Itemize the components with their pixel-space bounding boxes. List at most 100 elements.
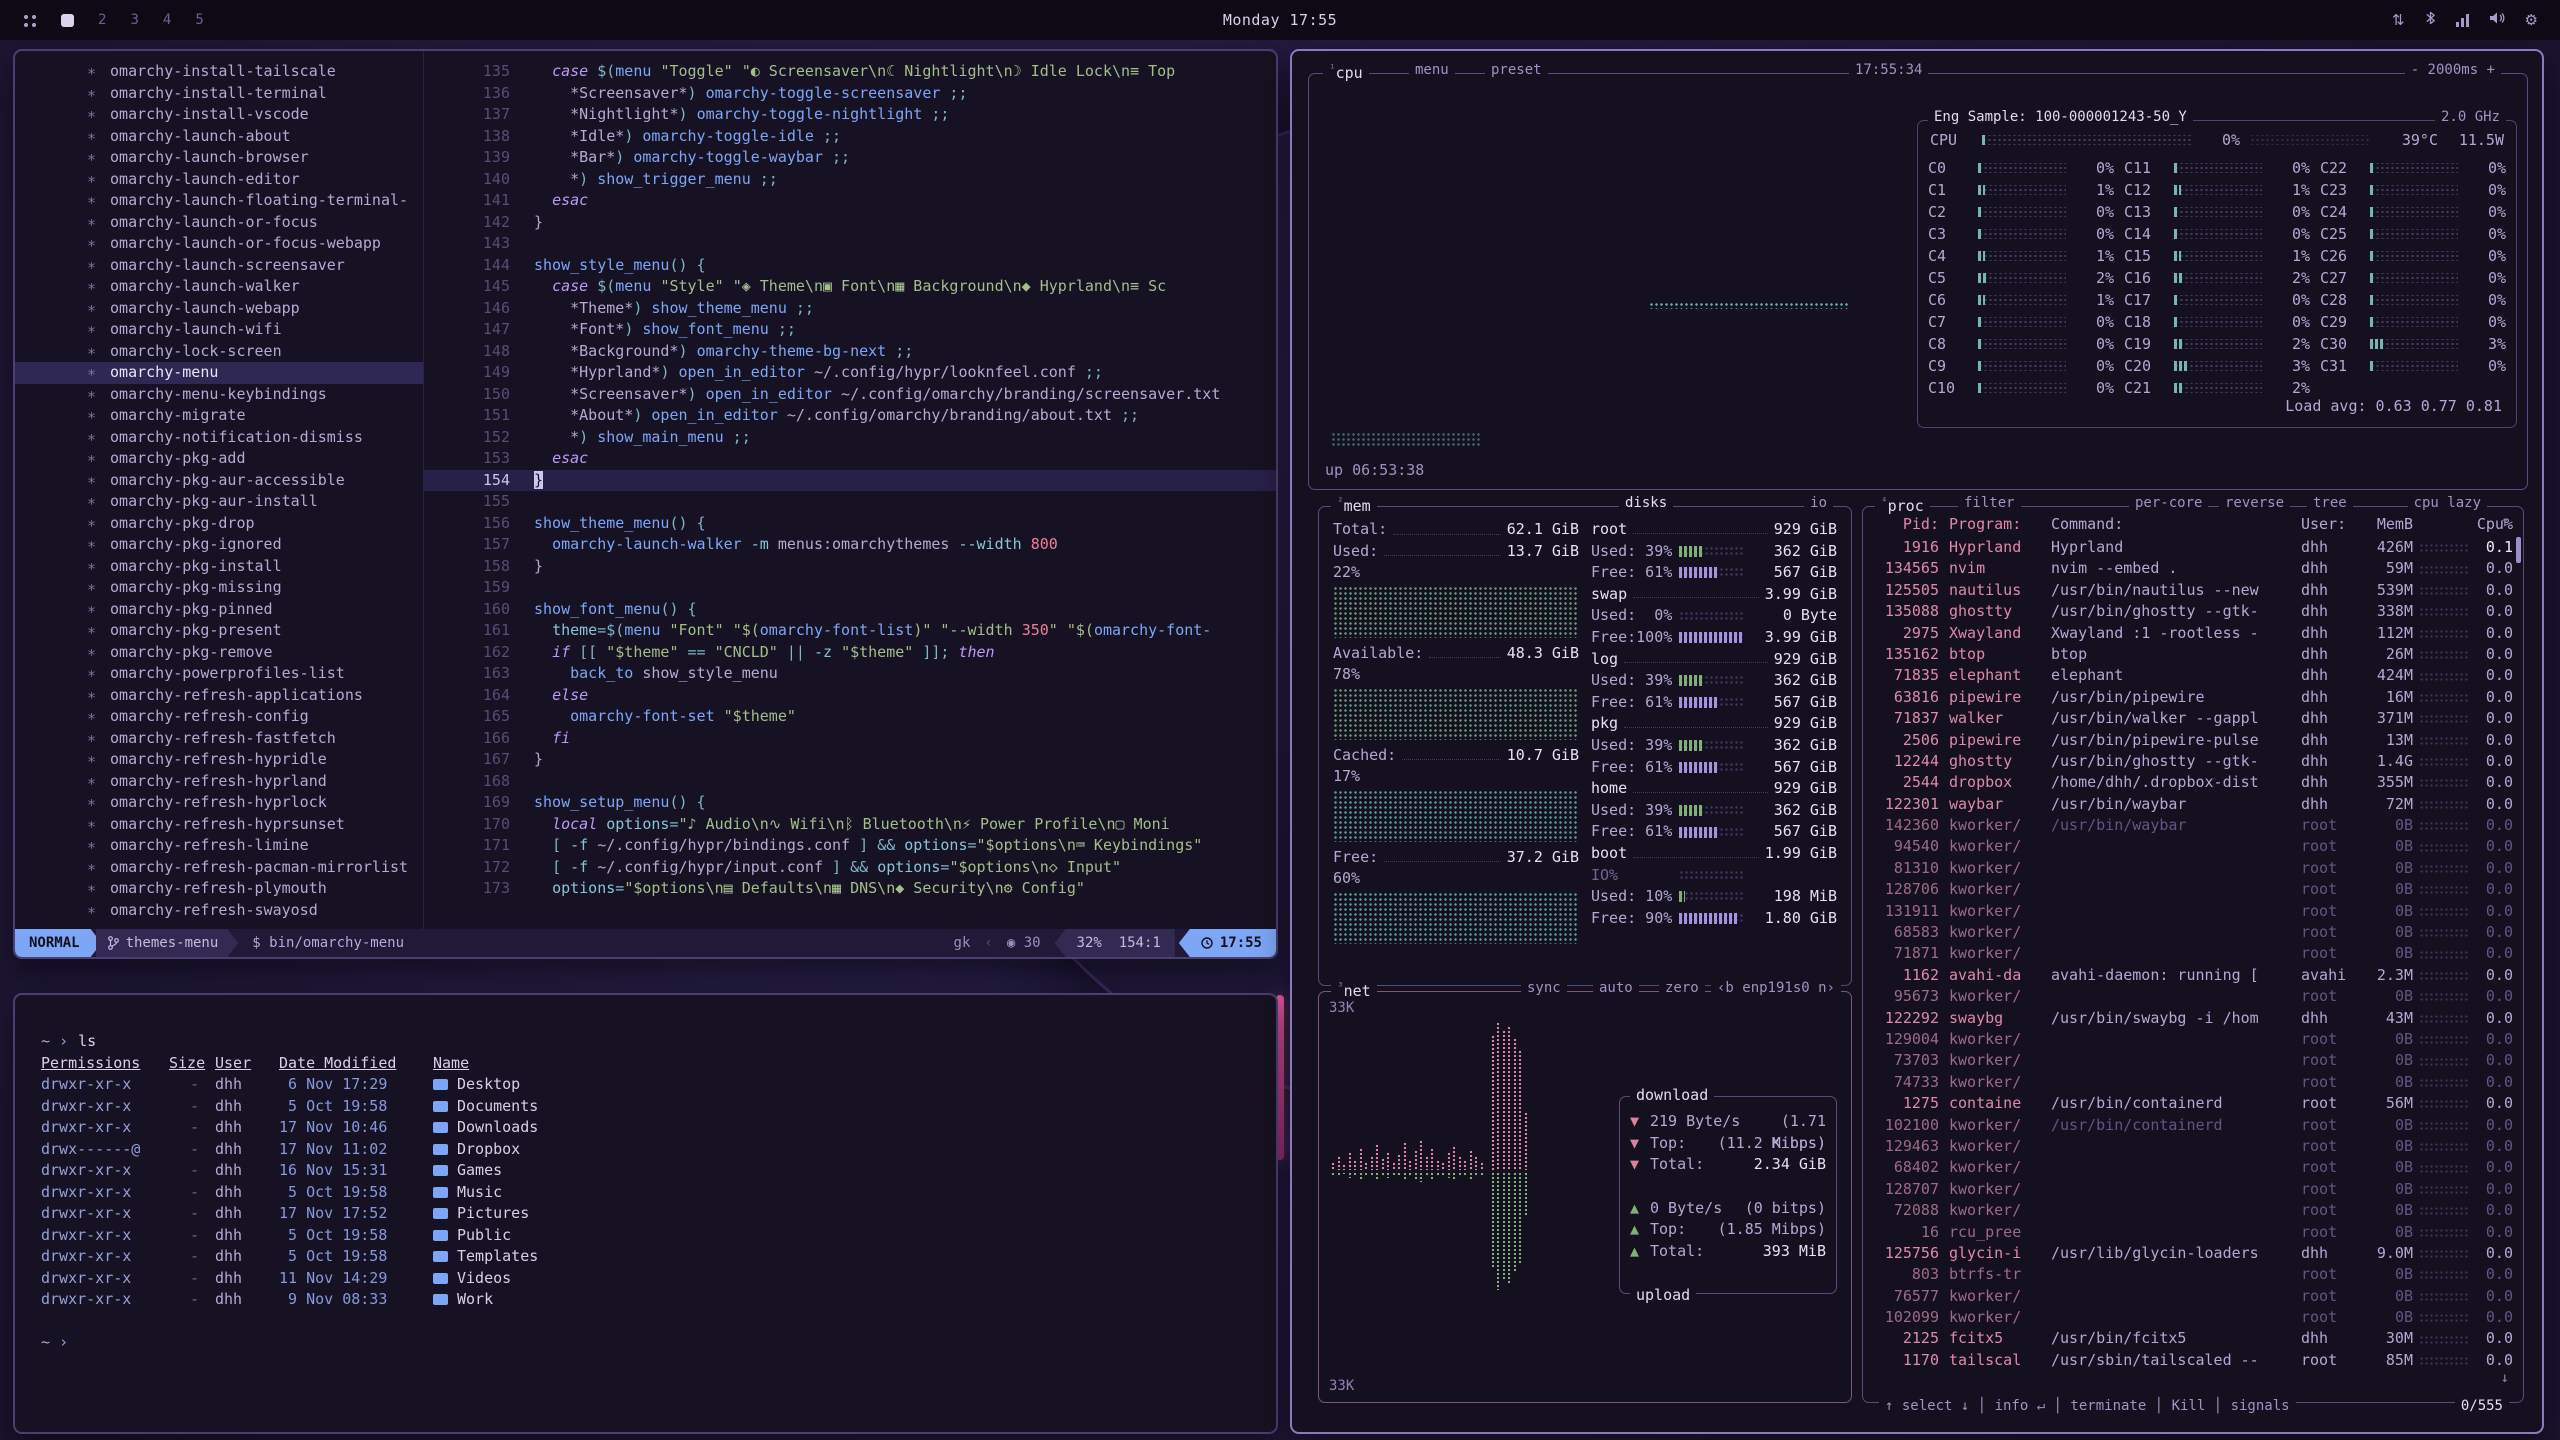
proc-panel-title[interactable]: ⁴proc (1875, 495, 1930, 515)
code-line[interactable]: 154} (424, 470, 1276, 492)
file-item[interactable]: ∗omarchy-refresh-hyprsunset (15, 814, 423, 836)
process-row[interactable]: 72088kworker/root0B0.0 (1873, 1200, 2513, 1221)
code-line[interactable]: 169show_setup_menu() { (424, 792, 1276, 814)
file-item[interactable]: ∗omarchy-launch-about (15, 126, 423, 148)
code-line[interactable]: 171 [ -f ~/.config/hypr/bindings.conf ] … (424, 835, 1276, 857)
code-line[interactable]: 157 omarchy-launch-walker -m menus:omarc… (424, 534, 1276, 556)
file-item[interactable]: ∗omarchy-migrate (15, 405, 423, 427)
code-line[interactable]: 163 back_to show_style_menu (424, 663, 1276, 685)
prompt-line-2[interactable]: ~ › (41, 1332, 1250, 1354)
process-row[interactable]: 122292swaybg/usr/bin/swaybg -i /homdhh43… (1873, 1008, 2513, 1029)
process-row[interactable]: 1170tailscal/usr/sbin/tailscaled --root8… (1873, 1350, 2513, 1371)
code-line[interactable]: 167} (424, 749, 1276, 771)
net-zero-button[interactable]: zero (1659, 980, 1705, 996)
process-row[interactable]: 81310kworker/root0B0.0 (1873, 858, 2513, 879)
proc-reverse-button[interactable]: reverse (2219, 495, 2290, 511)
process-row[interactable]: 125756glycin-i/usr/lib/glycin-loadersdhh… (1873, 1243, 2513, 1264)
code-line[interactable]: 136 *Screensaver*) omarchy-toggle-screen… (424, 83, 1276, 105)
file-item[interactable]: ∗omarchy-install-tailscale (15, 61, 423, 83)
proc-tree-button[interactable]: tree (2307, 495, 2353, 511)
proc-footer-keys[interactable]: ↑ select ↓ │ info ↵ │ terminate │ Kill │… (1879, 1398, 2296, 1414)
file-item[interactable]: ∗omarchy-pkg-install (15, 556, 423, 578)
process-row[interactable]: 63816pipewire/usr/bin/pipewiredhh16M0.0 (1873, 687, 2513, 708)
code-line[interactable]: 150 *Screensaver*) open_in_editor ~/.con… (424, 384, 1276, 406)
process-row[interactable]: 803btrfs-trroot0B0.0 (1873, 1264, 2513, 1285)
disks-tab[interactable]: disks (1619, 495, 1673, 511)
file-item[interactable]: ∗omarchy-refresh-fastfetch (15, 728, 423, 750)
file-item[interactable]: ∗omarchy-menu (15, 362, 423, 384)
code-line[interactable]: 168 (424, 771, 1276, 793)
process-row[interactable]: 95673kworker/root0B0.0 (1873, 986, 2513, 1007)
process-row[interactable]: 76577kworker/root0B0.0 (1873, 1286, 2513, 1307)
code-line[interactable]: 160show_font_menu() { (424, 599, 1276, 621)
process-row[interactable]: 73703kworker/root0B0.0 (1873, 1050, 2513, 1071)
file-item[interactable]: ∗omarchy-pkg-ignored (15, 534, 423, 556)
process-row[interactable]: 129004kworker/root0B0.0 (1873, 1029, 2513, 1050)
net-sync-button[interactable]: sync (1521, 980, 1567, 996)
net-interface[interactable]: ‹b enp191s0 n› (1711, 980, 1841, 996)
code-line[interactable]: 142} (424, 212, 1276, 234)
file-item[interactable]: ∗omarchy-launch-webapp (15, 298, 423, 320)
file-item[interactable]: ∗omarchy-refresh-limine (15, 835, 423, 857)
scroll-up-arrow[interactable]: ↑ (2501, 514, 2509, 530)
process-row[interactable]: 102099kworker/root0B0.0 (1873, 1307, 2513, 1328)
code-line[interactable]: 140 *) show_trigger_menu ;; (424, 169, 1276, 191)
refresh-interval[interactable]: - 2000ms + (2405, 62, 2501, 78)
process-row[interactable]: 2125fcitx5/usr/bin/fcitx5dhh30M0.0 (1873, 1328, 2513, 1349)
file-item[interactable]: ∗omarchy-pkg-remove (15, 642, 423, 664)
file-item[interactable]: ∗omarchy-launch-screensaver (15, 255, 423, 277)
file-item[interactable]: ∗omarchy-pkg-pinned (15, 599, 423, 621)
code-line[interactable]: 162 if [[ "$theme" == "CNCLD" || -z "$th… (424, 642, 1276, 664)
file-item[interactable]: ∗omarchy-install-terminal (15, 83, 423, 105)
code-line[interactable]: 147 *Font*) show_font_menu ;; (424, 319, 1276, 341)
process-row[interactable]: 2544dropbox/home/dhh/.dropbox-distdhh355… (1873, 772, 2513, 793)
code-line[interactable]: 139 *Bar*) omarchy-toggle-waybar ;; (424, 147, 1276, 169)
code-line[interactable]: 135 case $(menu "Toggle" "◐ Screensaver\… (424, 61, 1276, 83)
code-line[interactable]: 172 [ -f ~/.config/hypr/input.conf ] && … (424, 857, 1276, 879)
file-item[interactable]: ∗omarchy-refresh-swayosd (15, 900, 423, 922)
file-item[interactable]: ∗omarchy-refresh-plymouth (15, 878, 423, 900)
file-item[interactable]: ∗omarchy-launch-or-focus (15, 212, 423, 234)
code-line[interactable]: 156show_theme_menu() { (424, 513, 1276, 535)
process-row[interactable]: 134565nvimnvim --embed .dhh59M0.0 (1873, 558, 2513, 579)
net-auto-button[interactable]: auto (1593, 980, 1639, 996)
preset-button[interactable]: preset (1485, 62, 1548, 78)
code-line[interactable]: 144show_style_menu() { (424, 255, 1276, 277)
process-row[interactable]: 12244ghostty/usr/bin/ghostty --gtk-dhh1.… (1873, 751, 2513, 772)
bluetooth-icon[interactable] (2425, 10, 2436, 30)
file-item[interactable]: ∗omarchy-refresh-config (15, 706, 423, 728)
cpu-panel-title[interactable]: ¹cpu (1323, 62, 1369, 82)
process-row[interactable]: 1916HyprlandHyprlanddhh426M0.1 (1873, 537, 2513, 558)
process-row[interactable]: 71837walker/usr/bin/walker --gappldhh371… (1873, 708, 2513, 729)
code-line[interactable]: 145 case $(menu "Style" "◈ Theme\n▣ Font… (424, 276, 1276, 298)
settings-gear-icon[interactable]: ⚙ (2525, 11, 2538, 29)
file-item[interactable]: ∗omarchy-launch-walker (15, 276, 423, 298)
code-line[interactable]: 143 (424, 233, 1276, 255)
process-row[interactable]: 1162avahi-daavahi-daemon: running [avahi… (1873, 965, 2513, 986)
signal-bars-icon[interactable] (2456, 14, 2469, 27)
proc-scrollbar-thumb[interactable] (2516, 537, 2521, 563)
code-line[interactable]: 148 *Background*) omarchy-theme-bg-next … (424, 341, 1276, 363)
file-item[interactable]: ∗omarchy-launch-floating-terminal- (15, 190, 423, 212)
mem-panel-title[interactable]: ²mem (1331, 495, 1377, 515)
file-item[interactable]: ∗omarchy-refresh-applications (15, 685, 423, 707)
git-branch[interactable]: themes-menu (96, 929, 239, 957)
process-row[interactable]: 68402kworker/root0B0.0 (1873, 1157, 2513, 1178)
process-row[interactable]: 142360kworker//usr/bin/waybarroot0B0.0 (1873, 815, 2513, 836)
net-panel-title[interactable]: ³net (1331, 980, 1377, 1000)
file-item[interactable]: ∗omarchy-powerprofiles-list (15, 663, 423, 685)
code-line[interactable]: 155 (424, 491, 1276, 513)
process-row[interactable]: 16rcu_preeroot0B0.0 (1873, 1222, 2513, 1243)
code-line[interactable]: 159 (424, 577, 1276, 599)
file-item[interactable]: ∗omarchy-refresh-hypridle (15, 749, 423, 771)
code-line[interactable]: 138 *Idle*) omarchy-toggle-idle ;; (424, 126, 1276, 148)
process-row[interactable]: 94540kworker/root0B0.0 (1873, 836, 2513, 857)
network-arrows-icon[interactable]: ⇅ (2392, 11, 2405, 29)
code-line[interactable]: 146 *Theme*) show_theme_menu ;; (424, 298, 1276, 320)
process-row[interactable]: 128706kworker/root0B0.0 (1873, 879, 2513, 900)
file-item[interactable]: ∗omarchy-notification-dismiss (15, 427, 423, 449)
file-item[interactable]: ∗omarchy-pkg-present (15, 620, 423, 642)
file-item[interactable]: ∗omarchy-refresh-pacman-mirrorlist (15, 857, 423, 879)
code-line[interactable]: 152 *) show_main_menu ;; (424, 427, 1276, 449)
code-line[interactable]: 137 *Nightlight*) omarchy-toggle-nightli… (424, 104, 1276, 126)
